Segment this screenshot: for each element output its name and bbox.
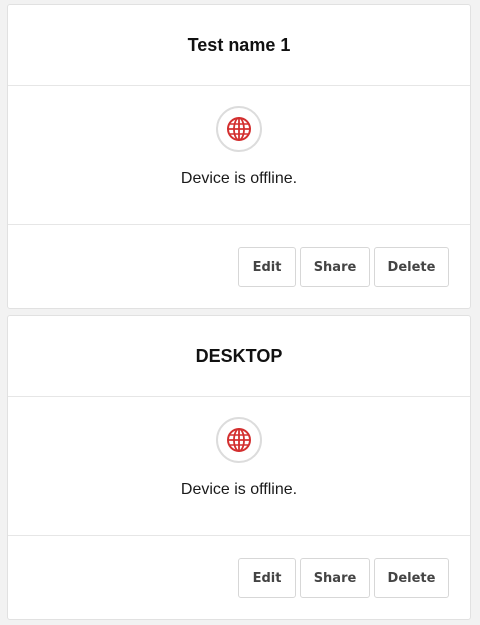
delete-button[interactable]: Delete	[374, 558, 449, 598]
device-card-actions: Edit Share Delete	[8, 225, 470, 308]
edit-button[interactable]: Edit	[238, 247, 296, 287]
device-card-body: Device is offline.	[8, 397, 470, 536]
share-button[interactable]: Share	[300, 558, 370, 598]
device-status-text: Device is offline.	[180, 170, 298, 187]
device-name: Test name 1	[187, 34, 291, 55]
share-button[interactable]: Share	[300, 247, 370, 287]
device-status-text: Device is offline.	[180, 481, 298, 498]
device-card-actions: Edit Share Delete	[8, 536, 470, 619]
globe-icon	[216, 417, 262, 463]
edit-button[interactable]: Edit	[238, 558, 296, 598]
device-card-body: Device is offline.	[8, 86, 470, 225]
device-card: DESKTOP Device is offline. Edit Share De…	[7, 315, 471, 620]
device-card: Test name 1 Device is offline. Edit Shar…	[7, 4, 471, 309]
delete-button[interactable]: Delete	[374, 247, 449, 287]
globe-icon	[216, 106, 262, 152]
device-card-header: Test name 1	[8, 5, 470, 86]
device-name: DESKTOP	[195, 345, 283, 366]
device-card-header: DESKTOP	[8, 316, 470, 397]
